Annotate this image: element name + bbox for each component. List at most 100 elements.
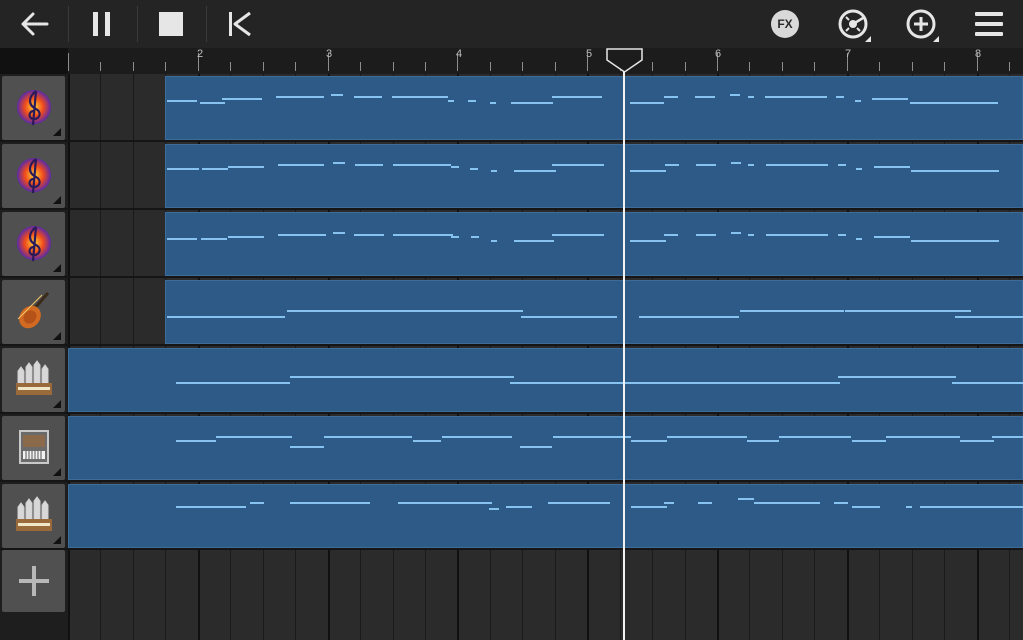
midi-note [393,234,453,236]
rewind-to-start-button[interactable] [212,0,268,48]
midi-note [911,170,999,172]
add-button[interactable] [893,0,949,48]
midi-note [992,436,1023,438]
midi-note [413,440,441,442]
stop-icon [159,12,183,36]
midi-note [696,234,716,236]
midi-note [698,502,712,504]
midi-note [228,236,264,238]
midi-note [333,232,345,234]
midi-note [960,440,994,442]
ruler-header [0,48,68,74]
timeline-ruler[interactable]: 2 3 4 5 6 7 8 [0,48,1023,74]
stop-button[interactable] [143,0,199,48]
midi-clip[interactable] [68,348,1023,412]
midi-note [331,94,343,96]
midi-note [490,102,496,104]
pause-button[interactable] [74,0,130,48]
bar-number: 8 [975,48,982,60]
fx-label: FX [777,17,793,31]
midi-note [906,506,912,508]
midi-note [448,100,454,102]
track-instrument-button[interactable] [2,144,65,208]
midi-note [910,102,998,104]
midi-note [167,316,285,318]
midi-note [491,170,497,172]
skip-to-start-icon [229,11,251,37]
midi-note [278,234,326,236]
midi-note [250,502,264,504]
playhead-line [623,58,625,640]
track-instrument-button[interactable] [2,212,65,276]
midi-note [393,164,451,166]
midi-note [510,382,840,384]
midi-note [514,240,554,242]
midi-note [838,376,956,378]
midi-note [852,506,880,508]
midi-clip[interactable] [165,76,1023,140]
midi-note [779,436,851,438]
midi-note [398,502,444,504]
menu-button[interactable] [961,0,1017,48]
midi-note [920,506,1023,508]
treble-clef-synth-icon [17,226,51,262]
midi-note [766,234,828,236]
bar-number: 6 [715,48,722,60]
track-instrument-button[interactable] [2,280,65,344]
midi-note [176,440,216,442]
playhead-handle[interactable] [606,48,644,74]
midi-note [451,236,459,238]
midi-clip[interactable] [165,280,1023,344]
midi-note [664,502,674,504]
track-instrument-button[interactable] [2,76,65,140]
midi-note [491,240,497,242]
midi-note [222,98,262,100]
midi-note [548,502,610,504]
midi-note [740,310,844,312]
midi-note [748,96,754,98]
midi-note [200,102,225,104]
metronome-button[interactable] [825,0,881,48]
hamburger-menu-icon [975,12,1003,36]
back-button[interactable] [6,0,62,48]
midi-note [489,508,499,510]
bar-number: 4 [456,48,463,60]
midi-note [354,96,382,98]
toolbar: FX [0,0,1023,48]
midi-note [747,440,779,442]
track-instrument-button[interactable] [2,348,65,412]
track-row [0,414,1023,480]
midi-clip[interactable] [165,212,1023,276]
fx-button[interactable]: FX [757,0,813,48]
bar-number: 7 [845,48,852,60]
midi-note [631,440,667,442]
midi-note [955,316,1023,318]
midi-note [552,234,604,236]
add-track-button[interactable] [2,550,65,612]
midi-note [287,310,523,312]
midi-note [444,502,492,504]
track-row [0,74,1023,140]
midi-note [874,236,910,238]
midi-note [738,498,754,500]
midi-note [630,240,666,242]
midi-clip[interactable] [68,484,1023,548]
midi-clip[interactable] [68,416,1023,480]
midi-note [470,168,478,170]
midi-note [514,170,556,172]
track-instrument-button[interactable] [2,416,65,480]
midi-note [355,164,383,166]
midi-note [765,96,827,98]
midi-note [176,382,290,384]
midi-note [511,102,553,104]
track-row [0,210,1023,276]
midi-note [228,166,264,168]
midi-note [468,100,476,102]
midi-note [731,232,741,234]
midi-note [552,164,604,166]
midi-clip[interactable] [165,144,1023,208]
midi-note [845,310,971,312]
track-instrument-button[interactable] [2,484,65,548]
midi-note [754,502,820,504]
midi-note [216,436,292,438]
